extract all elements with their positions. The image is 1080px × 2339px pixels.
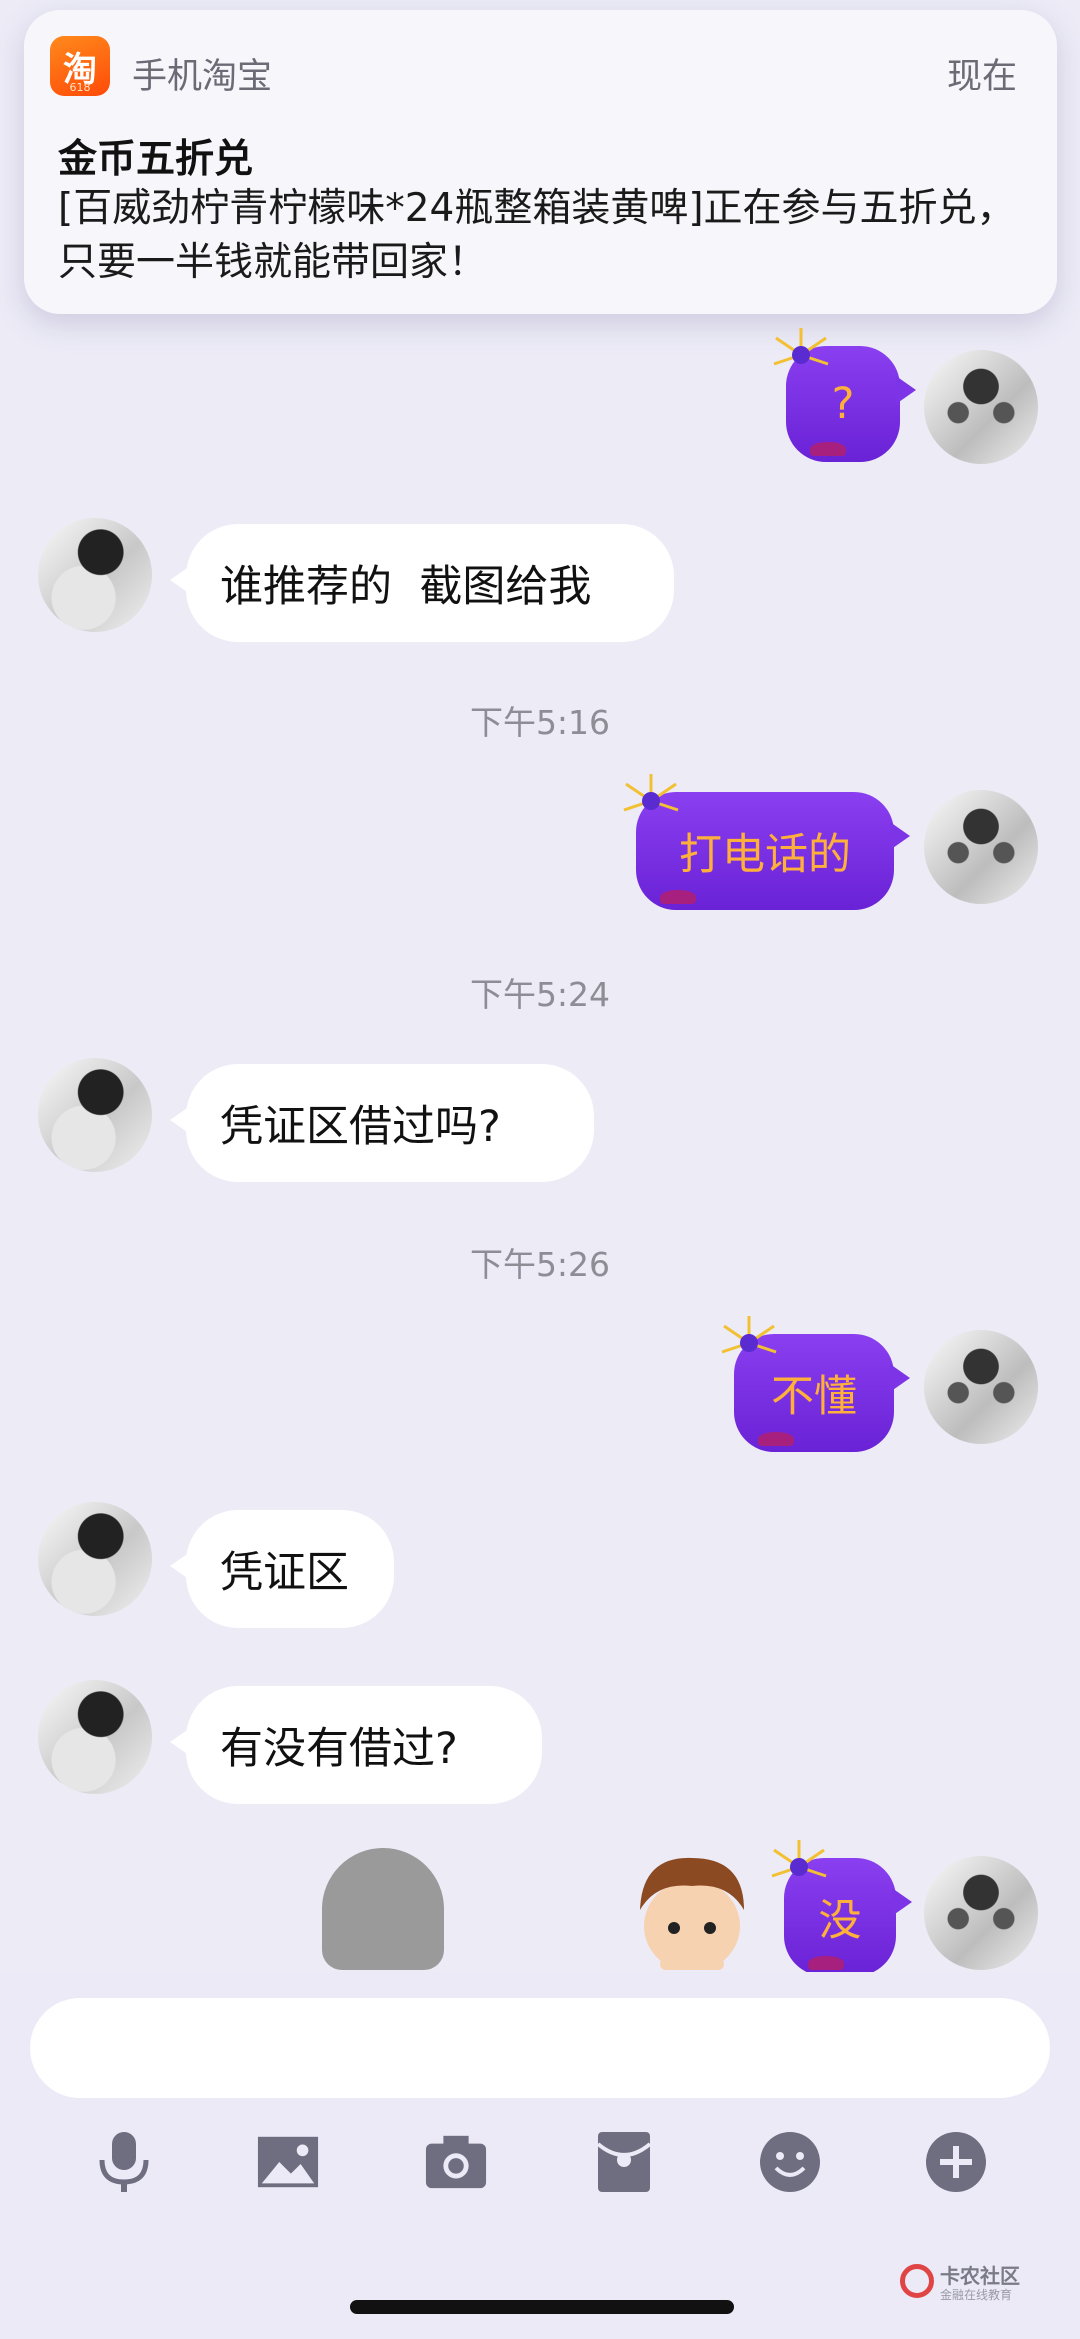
image-icon[interactable]: [256, 2130, 320, 2194]
firework-decoration-icon: [771, 1840, 827, 1878]
chat-timestamp: 下午5:16: [469, 703, 611, 742]
avatar-contact[interactable]: [38, 1680, 152, 1794]
lamp-decoration: [758, 1432, 794, 1446]
avatar-self[interactable]: [924, 790, 1038, 904]
message-bubble-outgoing[interactable]: 没: [771, 1840, 912, 1976]
message-bubble-outgoing[interactable]: 打电话的: [623, 774, 910, 910]
red-packet-icon[interactable]: [592, 2130, 656, 2194]
firework-decoration-icon: [773, 328, 829, 366]
peeking-boy-sticker: [640, 1857, 744, 1970]
message-text: 打电话的: [679, 830, 851, 880]
message-bubble-incoming[interactable]: 凭证区借过吗?: [170, 1064, 594, 1182]
message-text: 有没有借过?: [220, 1724, 458, 1774]
chat-timestamp: 下午5:24: [469, 975, 611, 1014]
message-bubble-incoming[interactable]: 凭证区: [170, 1510, 394, 1628]
message-text: 凭证区: [220, 1548, 349, 1598]
notification-body: [百威劲柠青柠檬味*24瓶整箱装黄啤]正在参与五折兑，只要一半钱就能带回家！: [58, 186, 1016, 285]
watermark-logo: 卡农社区 金融在线教育: [900, 2258, 1060, 2306]
push-notification[interactable]: 淘 618 手机淘宝 现在 金币五折兑 [百威劲柠青柠檬味*24瓶整箱装黄啤]正…: [24, 10, 1057, 314]
lamp-decoration: [808, 1956, 844, 1970]
lamp-decoration: [810, 442, 846, 456]
message-text: 谁推荐的 截图给我: [220, 562, 592, 612]
chat-timestamp: 下午5:26: [469, 1245, 611, 1284]
message-bubble-incoming[interactable]: 谁推荐的 截图给我: [170, 524, 674, 642]
notification-time: 现在: [946, 57, 1017, 97]
message-text: ?: [831, 379, 855, 429]
lamp-decoration: [660, 890, 696, 904]
microphone-icon[interactable]: [92, 2130, 156, 2194]
message-text: 不懂: [771, 1372, 857, 1422]
avatar-self[interactable]: [924, 350, 1038, 464]
message-bubble-incoming[interactable]: 有没有借过?: [170, 1686, 542, 1804]
home-indicator[interactable]: [350, 2300, 734, 2314]
firework-decoration-icon: [623, 774, 679, 812]
emoji-icon[interactable]: [758, 2130, 822, 2194]
plus-icon[interactable]: [924, 2130, 988, 2194]
message-input[interactable]: [30, 1998, 1050, 2098]
message-bubble-outgoing[interactable]: ?: [773, 328, 916, 462]
camera-icon[interactable]: [424, 2130, 488, 2194]
avatar-self[interactable]: [924, 1330, 1038, 1444]
avatar-self[interactable]: [924, 1856, 1038, 1970]
notification-app-name: 手机淘宝: [132, 57, 273, 97]
avatar-contact[interactable]: [38, 1058, 152, 1172]
avatar-contact[interactable]: [38, 1502, 152, 1616]
watermark-logo-icon: [900, 2264, 934, 2298]
firework-decoration-icon: [721, 1316, 777, 1354]
peeking-gray-sticker: [322, 1848, 444, 1970]
notification-title: 金币五折兑: [58, 137, 254, 182]
message-bubble-outgoing[interactable]: 不懂: [721, 1316, 910, 1452]
message-text: 凭证区借过吗?: [220, 1102, 501, 1152]
avatar-contact[interactable]: [38, 518, 152, 632]
taobao-app-icon: 淘 618: [50, 36, 110, 96]
